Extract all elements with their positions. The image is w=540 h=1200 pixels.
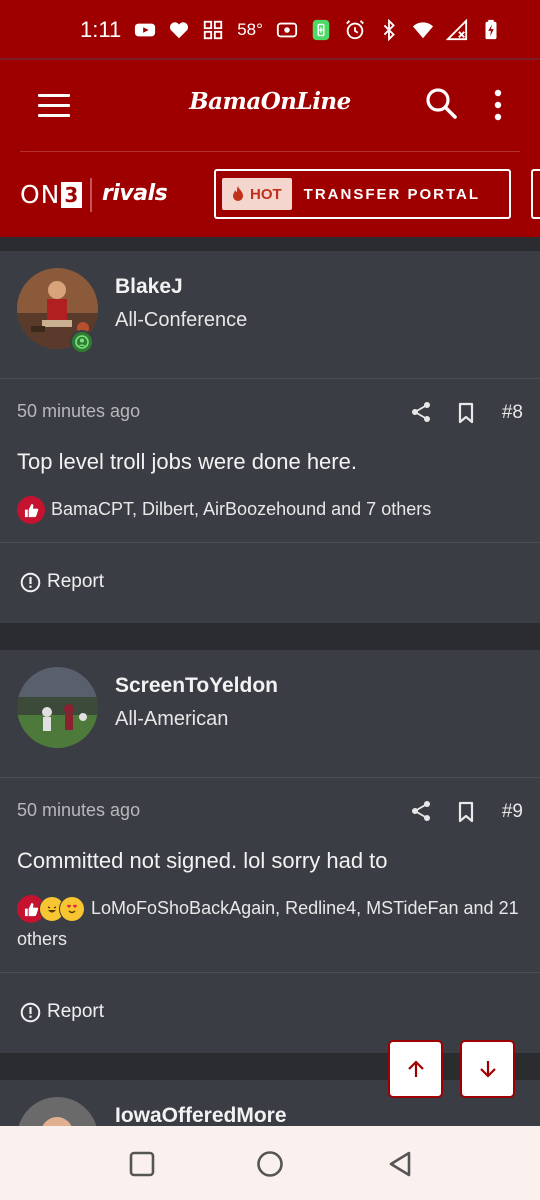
flame-icon [233, 186, 243, 201]
reaction-icons [17, 895, 85, 924]
user-rank: All-American [115, 708, 229, 730]
back-button[interactable] [386, 1150, 414, 1178]
transfer-portal-button[interactable]: HOT TRANSFER PORTAL [214, 169, 511, 219]
battery-charging-icon [479, 18, 503, 42]
network-bar: ON 3 rivals HOT TRANSFER PORTAL [0, 152, 540, 237]
hot-badge: HOT [222, 178, 292, 210]
search-icon[interactable] [424, 86, 458, 120]
share-icon[interactable] [410, 401, 432, 423]
share-icon[interactable] [410, 800, 432, 822]
app-header: BamaOnLine [0, 60, 540, 152]
site-logo[interactable]: BamaOnLine [0, 88, 540, 115]
username[interactable]: ScreenToYeldon [115, 674, 278, 698]
reaction-users: LoMoFoShoBackAgain, Redline4, MSTideFan … [17, 898, 519, 949]
username[interactable]: BlakeJ [115, 275, 183, 299]
post-gap [0, 1053, 540, 1080]
hot-label: HOT [250, 185, 282, 203]
battery-saver-icon [309, 18, 333, 42]
on3-number: 3 [61, 181, 83, 208]
square-icon [129, 1151, 155, 1177]
post-content: 50 minutes ago #8 Top level troll jobs w… [0, 379, 540, 543]
post-text: Top level troll jobs were done here. [17, 449, 357, 474]
bookmark-icon[interactable] [456, 801, 476, 823]
heart-icon [167, 18, 191, 42]
bluetooth-icon [377, 18, 401, 42]
transfer-portal-label: TRANSFER PORTAL [303, 185, 481, 203]
triangle-back-icon [389, 1151, 411, 1177]
post-footer: Report [0, 543, 540, 623]
arrow-up-icon [407, 1060, 424, 1077]
username[interactable]: IowaOfferedMore [115, 1104, 287, 1128]
alert-circle-icon [20, 572, 41, 592]
online-status-icon [70, 330, 94, 354]
like-reaction-icon [17, 496, 45, 525]
love-reaction-icon [59, 896, 85, 923]
post-number[interactable]: #8 [502, 402, 523, 424]
bookmark-icon[interactable] [456, 402, 476, 424]
scroll-up-button[interactable] [388, 1040, 443, 1098]
post-timestamp[interactable]: 50 minutes ago [17, 401, 140, 422]
sound-icon [275, 18, 299, 42]
more-vertical-icon[interactable] [490, 88, 506, 122]
report-button[interactable]: Report [20, 571, 104, 593]
post-gap [0, 623, 540, 650]
post-text: Committed not signed. lol sorry had to [17, 848, 388, 873]
youtube-icon [133, 18, 157, 42]
post-footer: Report [0, 973, 540, 1053]
post-number[interactable]: #9 [502, 801, 523, 823]
post-content: 50 minutes ago #9 Committed not signed. … [0, 778, 540, 973]
post-gap [0, 237, 540, 251]
on3-logo[interactable]: ON 3 [20, 180, 83, 209]
alarm-icon [343, 18, 367, 42]
post-author: BlakeJ All-Conference [0, 251, 540, 379]
widget-icon [201, 18, 225, 42]
logo-divider [90, 178, 92, 212]
system-nav-bar [0, 1126, 540, 1200]
wifi-icon [411, 18, 435, 42]
status-temperature: 58° [237, 20, 263, 39]
status-time: 1:11 [80, 17, 122, 42]
alert-circle-icon [20, 1002, 41, 1022]
scroll-down-button[interactable] [460, 1040, 515, 1098]
report-label: Report [47, 1001, 105, 1022]
post-author: ScreenToYeldon All-American [0, 650, 540, 778]
reaction-users: BamaCPT, Dilbert, AirBoozehound and 7 ot… [51, 499, 432, 519]
home-button[interactable] [256, 1150, 284, 1178]
next-nav-button[interactable] [531, 169, 540, 219]
post-timestamp[interactable]: 50 minutes ago [17, 800, 140, 821]
status-icons: 58° [133, 18, 503, 42]
report-label: Report [47, 571, 105, 592]
rivals-logo[interactable]: rivals [102, 181, 168, 206]
user-rank: All-Conference [115, 309, 248, 331]
circle-icon [257, 1151, 283, 1177]
on3-text: ON [20, 180, 61, 209]
reaction-summary[interactable]: BamaCPT, Dilbert, AirBoozehound and 7 ot… [17, 494, 523, 525]
reaction-summary[interactable]: LoMoFoShoBackAgain, Redline4, MSTideFan … [17, 893, 523, 955]
signal-icon [445, 18, 469, 42]
avatar[interactable] [17, 667, 98, 748]
reaction-icons [17, 496, 45, 525]
arrow-down-icon [479, 1061, 496, 1078]
recents-button[interactable] [128, 1150, 156, 1178]
status-bar: 1:11 58° [0, 0, 540, 60]
report-button[interactable]: Report [20, 1001, 104, 1023]
